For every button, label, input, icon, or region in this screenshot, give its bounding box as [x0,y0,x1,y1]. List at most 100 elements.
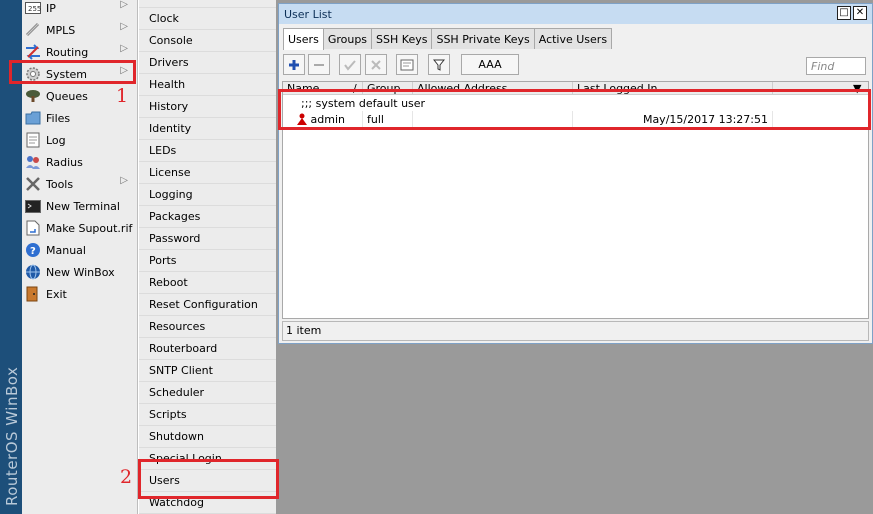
menu-item-label: Routing [46,45,89,59]
window-title: User List [284,7,332,21]
step-label-1: 1 [116,85,129,107]
submenu-item-resources[interactable]: Resources [139,316,276,338]
menu-item-label: Make Supout.rif [46,221,133,235]
plus-icon [289,59,299,70]
system-submenu: Clock Console Drivers Health History Ide… [138,0,276,514]
terminal-icon [25,198,41,214]
svg-text:?: ? [30,246,36,257]
tab-bar: Users Groups SSH Keys SSH Private Keys A… [283,28,613,50]
menu-item-label: Exit [46,287,67,301]
menu-item-files[interactable]: Files [22,107,138,129]
menu-item-label: Queues [46,89,88,103]
check-icon [344,59,356,71]
menu-item-label: New WinBox [46,265,115,279]
tab-active-users[interactable]: Active Users [533,28,613,49]
maximize-icon: □ [839,7,849,18]
menu-item-manual[interactable]: ? Manual [22,239,138,261]
close-icon: ✕ [855,7,865,18]
menu-item-label: IP [46,1,56,15]
submenu-item-sntp-client[interactable]: SNTP Client [139,360,276,382]
menu-item-ip[interactable]: 255 IP ▷ [22,0,138,19]
submenu-item-console[interactable]: Console [139,30,276,52]
filter-button[interactable] [428,54,450,75]
chevron-right-icon: ▷ [120,43,128,54]
submenu-item-drivers[interactable]: Drivers [139,52,276,74]
log-icon [25,132,41,148]
menu-item-label: Log [46,133,66,147]
menu-item-label: MPLS [46,23,76,37]
maximize-button[interactable]: □ [837,6,851,20]
folder-icon [25,110,41,126]
exit-icon [25,286,41,302]
brand-label: RouterOS WinBox [3,366,21,506]
menu-item-make-supout[interactable]: Make Supout.rif [22,217,138,239]
submenu-item-shutdown[interactable]: Shutdown [139,426,276,448]
window-titlebar[interactable]: User List [279,4,872,24]
enable-button[interactable] [339,54,361,75]
filter-icon [433,59,445,71]
submenu-item-scheduler[interactable]: Scheduler [139,382,276,404]
manual-icon: ? [25,242,41,258]
menu-item-label: Manual [46,243,86,257]
submenu-item-reset-configuration[interactable]: Reset Configuration [139,294,276,316]
menu-item-radius[interactable]: Radius [22,151,138,173]
ip-icon: 255 [25,0,41,16]
tab-groups[interactable]: Groups [322,28,373,49]
submenu-item-password[interactable]: Password [139,228,276,250]
submenu-item-packages[interactable]: Packages [139,206,276,228]
menu-item-new-winbox[interactable]: New WinBox [22,261,138,283]
submenu-item-routerboard[interactable]: Routerboard [139,338,276,360]
submenu-item-license[interactable]: License [139,162,276,184]
submenu-item-logging[interactable]: Logging [139,184,276,206]
queues-icon [25,88,41,104]
routing-icon [25,44,41,60]
svg-text:255: 255 [28,5,41,13]
winbox-icon [25,264,41,280]
status-bar: 1 item [282,321,869,341]
menu-item-label: Tools [46,177,74,191]
submenu-item-history[interactable]: History [139,96,276,118]
toolbar: AAA [279,50,872,78]
user-list-window: User List □ ✕ Users Groups SSH Keys SSH … [278,3,873,344]
submenu-item-leds[interactable]: LEDs [139,140,276,162]
menu-item-label: New Terminal [46,199,120,213]
tab-ssh-private-keys[interactable]: SSH Private Keys [431,28,535,49]
radius-icon [25,154,41,170]
chevron-right-icon: ▷ [120,21,128,32]
comment-icon [400,59,414,70]
submenu-item-ports[interactable]: Ports [139,250,276,272]
submenu-item-clock[interactable]: Clock [139,8,276,30]
add-button[interactable] [283,54,305,75]
step-label-2: 2 [120,466,133,488]
submenu-item-reboot[interactable]: Reboot [139,272,276,294]
tab-users[interactable]: Users [283,28,324,50]
highlight-user-row [278,89,871,130]
menu-item-tools[interactable]: Tools ▷ [22,173,138,195]
disable-button[interactable] [365,54,387,75]
x-icon [371,59,381,70]
menu-item-label: Radius [46,155,83,169]
menu-item-log[interactable]: Log [22,129,138,151]
menu-item-exit[interactable]: Exit [22,283,138,305]
menu-item-mpls[interactable]: MPLS ▷ [22,19,138,41]
chevron-right-icon: ▷ [120,0,128,10]
minus-icon [314,63,324,66]
supout-icon [25,220,41,236]
mpls-icon [25,22,41,38]
highlight-system [9,60,136,84]
tab-ssh-keys[interactable]: SSH Keys [371,28,433,49]
comment-button[interactable] [396,54,418,75]
chevron-right-icon: ▷ [120,175,128,186]
highlight-users [138,459,279,499]
submenu-item-certificates[interactable] [139,0,276,8]
submenu-item-identity[interactable]: Identity [139,118,276,140]
menu-item-new-terminal[interactable]: New Terminal [22,195,138,217]
remove-button[interactable] [308,54,330,75]
submenu-item-scripts[interactable]: Scripts [139,404,276,426]
menu-item-label: Files [46,111,71,125]
aaa-button[interactable]: AAA [461,54,519,75]
tools-icon [25,176,41,192]
close-button[interactable]: ✕ [853,6,867,20]
find-input[interactable] [806,57,866,75]
submenu-item-health[interactable]: Health [139,74,276,96]
